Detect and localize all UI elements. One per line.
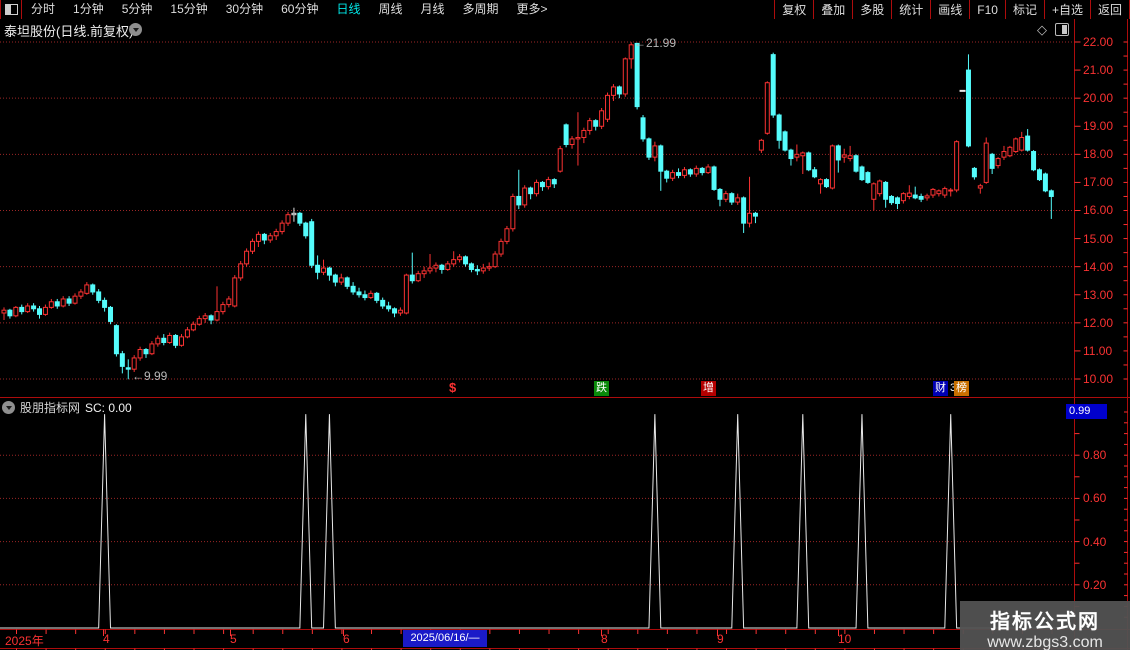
price-axis-label: 15.00 [1083,231,1114,246]
menu-item-月线[interactable]: 月线 [412,1,454,18]
indicator-axis-label: 0.60 [1083,491,1107,506]
chart-title: 泰坦股份(日线.前复权) [4,24,134,39]
x-axis-year-label: 2025年 [5,634,44,648]
price-axis-label: 14.00 [1083,259,1114,274]
info-badge-榜[interactable]: 榜 [954,381,969,396]
indicator-axis-label: 0.20 [1083,577,1107,592]
menu-item-返回[interactable]: 返回 [1089,0,1130,19]
info-badge-跌[interactable]: 跌 [594,381,609,396]
menu-item-叠加[interactable]: 叠加 [813,0,852,19]
menu-item-F10[interactable]: F10 [969,0,1005,19]
chevron-down-icon[interactable] [129,23,142,36]
menu-item-更多>[interactable]: 更多> [508,1,557,18]
diamond-icon[interactable]: ◇ [1037,22,1047,38]
selected-date-badge: 2025/06/16/— [403,630,487,647]
menu-item-60分钟[interactable]: 60分钟 [272,1,327,18]
menu-item-+自选[interactable]: +自选 [1043,0,1090,19]
price-axis-label: 18.00 [1083,147,1114,162]
price-axis-label: 12.00 [1083,315,1114,330]
menu-item-画线[interactable]: 画线 [930,0,969,19]
menu-item-5分钟[interactable]: 5分钟 [113,1,162,18]
menu-item-多周期[interactable]: 多周期 [454,1,508,18]
info-badge-$[interactable]: $ [447,380,458,395]
indicator-axis-label: 0.40 [1083,534,1107,549]
x-axis-month-label: 5 [230,632,237,646]
menu-item-多股[interactable]: 多股 [852,0,891,19]
low-price-annotation: ←9.99 [132,369,168,383]
panel-split-icon[interactable] [1055,23,1069,36]
tools-menu: 复权 叠加 多股 统计 画线 F10 标记 +自选 返回 [774,0,1130,19]
sc-indicator-line [0,414,1074,629]
price-axis-label: 20.00 [1083,91,1114,106]
price-axis-label: 19.00 [1083,119,1114,134]
x-axis-month-label: 4 [103,632,110,646]
price-axis-label: 13.00 [1083,287,1114,302]
top-menu-bar: 分时 1分钟 5分钟 15分钟 30分钟 60分钟 日线 周线 月线 多周期 更多> 复权 叠加 多股统… [0,0,1130,19]
layout-toggle-button[interactable] [0,0,22,19]
menu-item-30分钟[interactable]: 30分钟 [217,1,272,18]
menu-item-日线[interactable]: 日线 [327,1,369,18]
watermark-url: www.zbgs3.com [987,634,1103,650]
indicator-header: 股朋指标网 SC: 0.00 [2,399,132,416]
main-gridlines [0,41,1074,586]
x-axis-month-label: 6 [343,632,350,646]
menu-item-周线[interactable]: 周线 [369,1,411,18]
indicator-name[interactable]: 股朋指标网 [20,399,80,416]
chart-canvas [0,0,1130,650]
price-axis-label: 17.00 [1083,175,1114,190]
indicator-current-value-badge: 0.99 [1066,404,1107,419]
watermark-title: 指标公式网 [990,611,1100,633]
x-axis-month-label: 9 [717,632,724,646]
menu-item-复权[interactable]: 复权 [774,0,813,19]
x-axis-month-label: 8 [601,632,608,646]
split-layout-icon [4,4,18,15]
menu-item-标记[interactable]: 标记 [1004,0,1044,19]
price-axis-label: 11.00 [1083,343,1113,358]
indicator-value-label: SC: 0.00 [85,400,132,415]
price-axis-label: 10.00 [1083,371,1114,386]
menu-item-1分钟[interactable]: 1分钟 [64,1,113,18]
indicator-axis-label: 0.80 [1083,448,1107,463]
watermark: 指标公式网 www.zbgs3.com [960,601,1130,650]
menu-item-统计[interactable]: 统计 [891,0,930,19]
price-axis-label: 21.00 [1083,63,1114,78]
x-axis-month-label: 10 [838,632,852,646]
info-badge-增[interactable]: 增 [701,381,716,396]
trading-app-window: 分时 1分钟 5分钟 15分钟 30分钟 60分钟 日线 周线 月线 多周期 更多> 复权 叠加 多股统… [0,0,1130,650]
price-axis-label: 16.00 [1083,203,1114,218]
chevron-down-icon[interactable] [2,401,15,414]
menu-item-分时[interactable]: 分时 [22,1,64,18]
high-price-annotation: ←21.99 [634,36,677,50]
price-axis-label: 22.00 [1083,35,1114,49]
menu-item-15分钟[interactable]: 15分钟 [161,1,216,18]
info-badge-财[interactable]: 财 [933,381,948,396]
period-menu: 分时 1分钟 5分钟 15分钟 30分钟 60分钟 日线 周线 月线 多周期 更多> [22,0,557,19]
axis-ticks [16,41,1128,650]
